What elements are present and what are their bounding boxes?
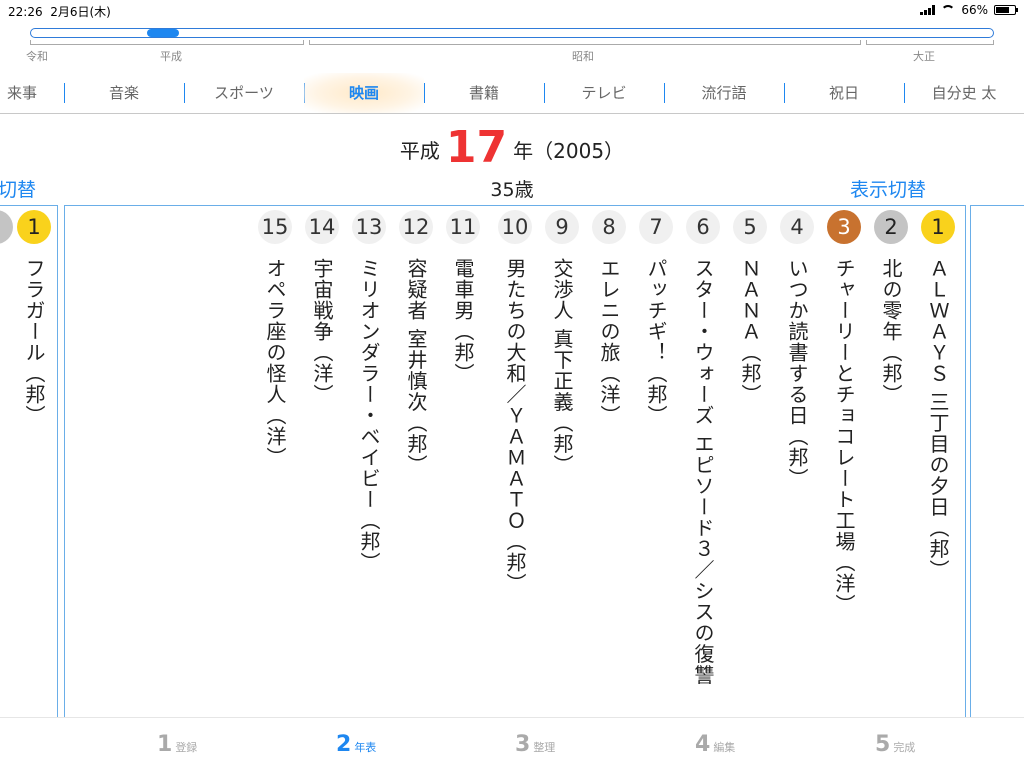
step-label: 編集 [713,741,736,754]
step-number: 3 [515,732,531,757]
movie-title: フラガール（邦） [22,258,46,426]
rank-badge: 5 [733,210,767,244]
movie-title: 男たちの大和／ＹＡＭＡＴＯ（邦） [503,258,527,594]
status-bar: 22:26 2月6日(木) 66% [0,0,1024,20]
movie-title: 電車男（邦） [451,258,475,384]
ranking-column[interactable]: 9 交渉人 真下正義（邦） [542,210,582,738]
step-timeline[interactable]: 2 年表 [336,732,376,757]
rank-badge: 9 [545,210,579,244]
wifi-icon [941,5,956,15]
status-right: 66% [920,3,1018,17]
tab-holidays[interactable]: 祝日 [784,73,904,113]
movie-title: ＡＬＷＡＹＳ 三丁目の夕日（邦） [926,258,950,581]
ranking-column[interactable]: 14 宇宙戦争（洋） [302,210,342,738]
next-year-panel [970,205,1024,717]
era-timeline-thumb[interactable] [147,29,179,37]
rank-badge [0,210,13,244]
battery-percent: 66% [961,3,988,17]
tab-buzzwords[interactable]: 流行語 [664,73,784,113]
rank-badge: 2 [874,210,908,244]
rank-badge: 1 [17,210,51,244]
step-number: 2 [336,732,352,757]
movie-title: 北の零年（邦） [879,258,903,405]
movie-title: エレニの旅（洋） [597,258,621,426]
movie-title: 宇宙戦争（洋） [310,258,334,405]
ranking-column[interactable]: 2 北の零年（邦） [871,210,911,738]
step-navigation: 1 登録 2 年表 3 整理 4 編集 5 完成 [0,717,1024,769]
category-tabs: 来事 音楽 スポーツ 映画 書籍 テレビ 流行語 祝日 自分史 太 [0,73,1024,114]
rank-badge: 14 [305,210,339,244]
movie-title: スター・ウォーズ エピソード３／シスの復讐 [691,258,715,686]
rank-badge: 12 [399,210,433,244]
step-number: 1 [157,732,173,757]
battery-icon [994,5,1018,15]
tab-books[interactable]: 書籍 [424,73,544,113]
status-time: 22:26 2月6日(木) [8,5,111,19]
tab-events[interactable]: 来事 [0,73,64,113]
rank-badge: 1 [921,210,955,244]
ranking-column[interactable]: 11 電車男（邦） [443,210,483,738]
rank-badge: 11 [446,210,480,244]
tab-sports[interactable]: スポーツ [184,73,304,113]
signal-icon [920,5,936,15]
era-bracket-heisei [30,40,304,45]
rank-badge: 6 [686,210,720,244]
rank-badge: 15 [258,210,292,244]
era-label-showa: 昭和 [572,50,594,63]
ranking-column[interactable]: 5 ＮＡＮＡ（邦） [730,210,770,738]
ranking-column[interactable]: 7 パッチギ！（邦） [636,210,676,738]
movie-title: ミリオンダラー・ベイビー（邦） [357,258,381,573]
rank-badge: 8 [592,210,626,244]
era-bracket-showa [309,40,861,45]
tab-personal-history[interactable]: 自分史 太 [904,73,1024,113]
movie-title: チャーリーとチョコレート工場（洋） [832,258,856,615]
ranking-column-prev[interactable]: 1 フラガール（邦） [14,210,54,738]
era-label-taisho: 大正 [913,50,935,63]
ranking-column[interactable]: 8 エレニの旅（洋） [589,210,629,738]
step-number: 5 [875,732,891,757]
step-complete[interactable]: 5 完成 [875,732,915,757]
era-timeline-slider[interactable] [30,28,994,38]
era-bracket-taisho [866,40,994,45]
step-label: 整理 [533,741,556,754]
ranking-column[interactable]: 12 容疑者 室井慎次（邦） [396,210,436,738]
movie-title: パッチギ！（邦） [644,258,668,426]
movie-title: 容疑者 室井慎次（邦） [404,258,428,476]
year-number: 17 [445,122,508,173]
year-heading: 平成 17 年（2005） [0,122,1024,173]
ranking-column[interactable]: 3 チャーリーとチョコレート工場（洋） [824,210,864,738]
rank-badge: 10 [498,210,532,244]
ranking-column[interactable]: 10 男たちの大和／ＹＡＭＡＴＯ（邦） [495,210,535,738]
movie-title: 交渉人 真下正義（邦） [550,258,574,476]
tab-movies[interactable]: 映画 [304,73,424,113]
movie-title: いつか読書する日（邦） [785,258,809,489]
era-name: 平成 [399,139,440,163]
rank-badge: 4 [780,210,814,244]
movie-title: オペラ座の怪人（洋） [263,258,287,468]
era-label-heisei: 平成 [160,50,182,63]
ranking-column[interactable]: 15 オペラ座の怪人（洋） [255,210,295,738]
step-number: 4 [695,732,711,757]
ranking-column[interactable]: 1 ＡＬＷＡＹＳ 三丁目の夕日（邦） [918,210,958,738]
rank-badge: 3 [827,210,861,244]
era-label-reiwa: 令和 [26,50,48,63]
step-label: 完成 [893,741,916,754]
display-toggle-left-button[interactable]: 切替 [0,175,36,202]
step-edit[interactable]: 4 編集 [695,732,735,757]
movie-title: ＮＡＮＡ（邦） [738,258,762,405]
year-suffix: 年（2005） [513,139,625,163]
ranking-column[interactable]: 4 いつか読書する日（邦） [777,210,817,738]
display-toggle-button[interactable]: 表示切替 [850,175,926,202]
ranking-column[interactable]: 6 スター・ウォーズ エピソード３／シスの復讐 [683,210,723,738]
step-label: 年表 [354,741,377,754]
step-organize[interactable]: 3 整理 [515,732,555,757]
rank-badge: 13 [352,210,386,244]
step-label: 登録 [175,741,198,754]
ranking-column[interactable]: 13 ミリオンダラー・ベイビー（邦） [349,210,389,738]
tab-music[interactable]: 音楽 [64,73,184,113]
tab-tv[interactable]: テレビ [544,73,664,113]
step-register[interactable]: 1 登録 [157,732,197,757]
rank-badge: 7 [639,210,673,244]
